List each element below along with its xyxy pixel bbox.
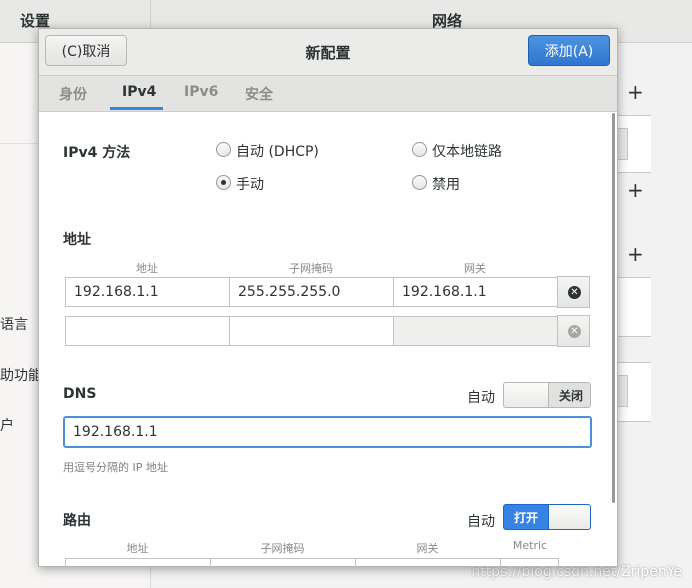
route-address-input[interactable] (65, 558, 212, 566)
add-proxy-plus-icon[interactable]: + (627, 242, 644, 266)
active-tab-indicator (110, 107, 163, 110)
content-scrollbar[interactable] (612, 113, 615, 503)
radio-link-local[interactable] (412, 142, 427, 157)
switch-knob (504, 383, 549, 407)
radio-disabled[interactable] (412, 175, 427, 190)
radio-dhcp[interactable] (216, 142, 231, 157)
routes-section-label: 路由 (63, 513, 91, 529)
route-metric-column-header: Metric (512, 539, 548, 552)
route-address-column-header: 地址 (126, 542, 149, 555)
address-input-2[interactable] (65, 316, 230, 346)
tab-ipv6[interactable]: IPv6 (184, 84, 218, 100)
dns-auto-switch[interactable]: 关闭 (503, 382, 591, 408)
addresses-section-label: 地址 (63, 232, 91, 248)
delete-x-icon: ✕ (568, 286, 581, 299)
new-connection-dialog: (C)取消 新配置 添加(A) 身份 IPv4 IPv6 安全 IPv4 方法 … (38, 28, 618, 567)
radio-manual[interactable] (216, 175, 231, 190)
ipv4-method-label: IPv4 方法 (63, 145, 131, 161)
tab-ipv4[interactable]: IPv4 (122, 84, 156, 100)
netmask-input-1[interactable] (229, 277, 394, 307)
gateway-input-2[interactable] (393, 316, 558, 346)
dns-auto-label: 自动 (467, 390, 495, 406)
route-netmask-input[interactable] (210, 558, 357, 566)
routes-auto-switch[interactable]: 打开 (503, 504, 591, 530)
dns-input[interactable] (63, 416, 592, 448)
switch-knob (548, 505, 590, 529)
dns-switch-text: 关闭 (559, 389, 584, 403)
add-connection-plus-icon[interactable]: + (627, 80, 644, 104)
dialog-header-bar: (C)取消 新配置 添加(A) (39, 29, 617, 76)
route-gateway-column-header: 网关 (416, 542, 439, 555)
add-vpn-plus-icon[interactable]: + (627, 178, 644, 202)
radio-dhcp-label[interactable]: 自动 (DHCP) (236, 141, 319, 161)
netmask-input-2[interactable] (229, 316, 394, 346)
sidebar-item-language[interactable]: 语言 (0, 314, 28, 334)
delete-address-button-2[interactable]: ✕ (557, 315, 590, 347)
gateway-column-header: 网关 (464, 262, 486, 275)
route-gateway-input[interactable] (355, 558, 502, 566)
radio-selected-dot (221, 180, 226, 185)
routes-auto-label: 自动 (467, 514, 495, 530)
address-input-1[interactable] (65, 277, 230, 307)
radio-manual-label[interactable]: 手动 (236, 174, 264, 194)
sidebar-item-accessibility[interactable]: 助功能 (0, 365, 42, 385)
add-button[interactable]: 添加(A) (528, 35, 610, 66)
address-column-header: 地址 (136, 262, 158, 275)
netmask-column-header: 子网掩码 (289, 262, 333, 275)
tab-bar: 身份 IPv4 IPv6 安全 (39, 76, 617, 112)
radio-disabled-label[interactable]: 禁用 (432, 174, 460, 194)
route-netmask-column-header: 子网掩码 (260, 542, 305, 555)
route-metric-input[interactable] (500, 558, 559, 566)
delete-address-button-1[interactable]: ✕ (557, 276, 590, 308)
delete-x-icon: ✕ (568, 325, 581, 338)
tab-identity[interactable]: 身份 (59, 84, 87, 104)
sidebar-item-users[interactable]: 户 (0, 415, 14, 435)
dns-section-label: DNS (63, 386, 97, 402)
dns-hint: 用逗号分隔的 IP 地址 (63, 461, 168, 474)
tab-security[interactable]: 安全 (245, 84, 273, 104)
radio-link-local-label[interactable]: 仅本地链路 (432, 141, 502, 161)
gateway-input-1[interactable] (393, 277, 558, 307)
routes-switch-text: 打开 (514, 511, 539, 525)
